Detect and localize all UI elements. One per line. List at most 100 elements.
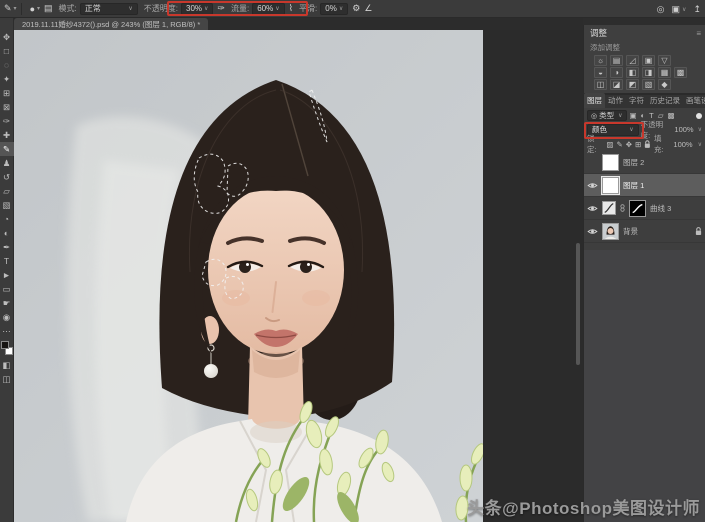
layer-row[interactable]: 图层 2 bbox=[584, 151, 705, 174]
layer-name: 图层 1 bbox=[623, 180, 644, 191]
pen-tool-icon[interactable]: ✒ bbox=[0, 240, 14, 254]
eyedropper-tool-icon[interactable]: ✑ bbox=[0, 114, 14, 128]
document-tab[interactable]: 2019.11.11婚纱4372().psd @ 243% (图层 1, RGB… bbox=[14, 18, 208, 30]
edit-toolbar-icon[interactable]: ⋯ bbox=[0, 324, 14, 338]
color-swatches[interactable] bbox=[1, 341, 13, 355]
foreground-color-swatch[interactable] bbox=[1, 341, 9, 349]
lock-transparent-pixels-icon[interactable]: ▨ bbox=[606, 140, 613, 149]
chevron-down-icon[interactable]: ∨ bbox=[698, 126, 702, 133]
panel-menu-icon[interactable]: ≡ bbox=[696, 29, 700, 38]
lasso-tool-icon[interactable]: ◌ bbox=[0, 58, 14, 72]
toggle-brush-settings-icon[interactable]: ▤ bbox=[44, 3, 53, 14]
search-icon[interactable]: ◎ bbox=[657, 4, 665, 15]
layer-row[interactable]: 图层 1 bbox=[584, 174, 705, 197]
history-brush-tool-icon[interactable]: ↺ bbox=[0, 170, 14, 184]
selective-color-adjustment-icon[interactable]: ◆ bbox=[658, 79, 671, 90]
pixel-layer-filter-icon[interactable]: ▣ bbox=[630, 111, 637, 120]
exposure-adjustment-icon[interactable]: ▣ bbox=[642, 55, 655, 66]
filter-toggle-icon[interactable] bbox=[696, 113, 702, 119]
mode-label: 模式: bbox=[59, 3, 77, 14]
visibility-toggle[interactable] bbox=[587, 228, 598, 235]
opacity-select[interactable]: 30% ∨ bbox=[181, 3, 213, 15]
blend-mode-select[interactable]: 正常 ∨ bbox=[80, 3, 138, 15]
layer-row[interactable]: 背景 bbox=[584, 220, 705, 243]
channel-mixer-adjustment-icon[interactable]: ▦ bbox=[658, 67, 671, 78]
chevron-down-icon[interactable]: ▾ bbox=[37, 5, 40, 12]
type-tool-icon[interactable]: T bbox=[0, 254, 14, 268]
background-layer-thumbnail[interactable] bbox=[602, 223, 619, 240]
threshold-adjustment-icon[interactable]: ◩ bbox=[626, 79, 639, 90]
photo-filter-adjustment-icon[interactable]: ◨ bbox=[642, 67, 655, 78]
tab-画笔设置[interactable]: 画笔设置 bbox=[683, 93, 705, 108]
visibility-toggle[interactable] bbox=[587, 182, 598, 189]
chevron-down-icon: ∨ bbox=[618, 112, 622, 119]
smoothing-options-gear-icon[interactable]: ⚙ bbox=[352, 3, 360, 14]
screen-mode-icon[interactable]: ◫ bbox=[0, 372, 14, 386]
shape-tool-icon[interactable]: ▭ bbox=[0, 282, 14, 296]
airbrush-icon[interactable]: ⌇ bbox=[289, 3, 293, 14]
color-lookup-adjustment-icon[interactable]: ▩ bbox=[674, 67, 687, 78]
lock-artboard-icon[interactable]: ⊞ bbox=[635, 140, 641, 149]
blur-tool-icon[interactable]: ◔ bbox=[0, 212, 14, 226]
smoothing-select[interactable]: 0% ∨ bbox=[320, 3, 348, 15]
fill-value[interactable]: 100% bbox=[673, 140, 692, 149]
brush-tool-icon[interactable]: ✎ bbox=[0, 142, 14, 156]
adjustments-title: 调整 bbox=[590, 27, 607, 39]
gradient-map-adjustment-icon[interactable]: ▧ bbox=[642, 79, 655, 90]
pressure-opacity-icon[interactable]: ✑ bbox=[217, 3, 225, 14]
marquee-tool-icon[interactable]: □ bbox=[0, 44, 14, 58]
dodge-tool-icon[interactable]: ◐ bbox=[0, 226, 14, 240]
tab-字符[interactable]: 字符 bbox=[626, 93, 647, 108]
share-icon[interactable]: ↥ bbox=[693, 4, 701, 15]
tab-图层[interactable]: 图层 bbox=[584, 93, 605, 108]
flow-select[interactable]: 60% ∨ bbox=[252, 3, 284, 15]
chevron-down-icon[interactable]: ∨ bbox=[682, 6, 686, 13]
hand-tool-icon[interactable]: ☛ bbox=[0, 296, 14, 310]
clone-stamp-tool-icon[interactable]: ♟ bbox=[0, 156, 14, 170]
healing-brush-tool-icon[interactable]: ✚ bbox=[0, 128, 14, 142]
vertical-scrollbar[interactable] bbox=[576, 243, 580, 365]
frame-tool-icon[interactable]: ⊠ bbox=[0, 100, 14, 114]
path-selection-tool-icon[interactable]: ► bbox=[0, 268, 14, 282]
panel-tab-bar: 图层动作字符历史记录画笔设置≡ bbox=[583, 95, 705, 108]
posterize-adjustment-icon[interactable]: ◪ bbox=[610, 79, 623, 90]
crop-tool-icon[interactable]: ⊞ bbox=[0, 86, 14, 100]
dock-gap bbox=[583, 18, 705, 25]
layer-thumbnail[interactable] bbox=[602, 154, 619, 171]
black-white-adjustment-icon[interactable]: ◧ bbox=[626, 67, 639, 78]
invert-adjustment-icon[interactable]: ◫ bbox=[594, 79, 607, 90]
canvas-image[interactable] bbox=[14, 30, 483, 522]
workspace-icon[interactable]: ▣ bbox=[672, 4, 681, 15]
move-tool-icon[interactable]: ✥ bbox=[0, 30, 14, 44]
chevron-down-icon[interactable]: ▾ bbox=[14, 5, 17, 12]
brightness-contrast-adjustment-icon[interactable]: ☼ bbox=[594, 55, 607, 66]
brush-tool-icon[interactable]: ✎ bbox=[4, 3, 12, 14]
hue-saturation-adjustment-icon[interactable]: ◒ bbox=[594, 67, 607, 78]
filter-kind-select[interactable]: ◎ 类型 ∨ bbox=[587, 110, 627, 121]
layer-thumbnail[interactable] bbox=[602, 177, 619, 194]
lock-image-pixels-icon[interactable]: ✎ bbox=[616, 140, 622, 149]
lock-icons: ▨✎ ✥⊞ bbox=[606, 140, 641, 149]
layer-mask-thumbnail[interactable] bbox=[629, 200, 646, 217]
gradient-tool-icon[interactable]: ▧ bbox=[0, 198, 14, 212]
levels-adjustment-icon[interactable]: ▤ bbox=[610, 55, 623, 66]
lock-all-icon[interactable] bbox=[644, 140, 651, 149]
tab-动作[interactable]: 动作 bbox=[605, 93, 626, 108]
tab-历史记录[interactable]: 历史记录 bbox=[647, 93, 683, 108]
layer-opacity-value[interactable]: 100% bbox=[674, 125, 693, 134]
eraser-tool-icon[interactable]: ▱ bbox=[0, 184, 14, 198]
quick-selection-tool-icon[interactable]: ✦ bbox=[0, 72, 14, 86]
brush-angle-icon[interactable]: ∠ bbox=[364, 3, 372, 14]
color-balance-adjustment-icon[interactable]: ◑ bbox=[610, 67, 623, 78]
vibrance-adjustment-icon[interactable]: ▽ bbox=[658, 55, 671, 66]
chevron-down-icon[interactable]: ∨ bbox=[698, 141, 702, 148]
layer-name: 曲线 3 bbox=[650, 203, 671, 214]
brush-preset-icon[interactable]: ● bbox=[30, 4, 35, 14]
curves-adjustment-icon[interactable] bbox=[602, 201, 616, 215]
curves-adjustment-icon[interactable]: ◿ bbox=[626, 55, 639, 66]
zoom-tool-icon[interactable]: ◉ bbox=[0, 310, 14, 324]
lock-position-icon[interactable]: ✥ bbox=[626, 140, 632, 149]
quick-mask-icon[interactable]: ◧ bbox=[0, 358, 14, 372]
visibility-toggle[interactable] bbox=[587, 205, 598, 212]
layer-row[interactable]: 曲线 3 bbox=[584, 197, 705, 220]
